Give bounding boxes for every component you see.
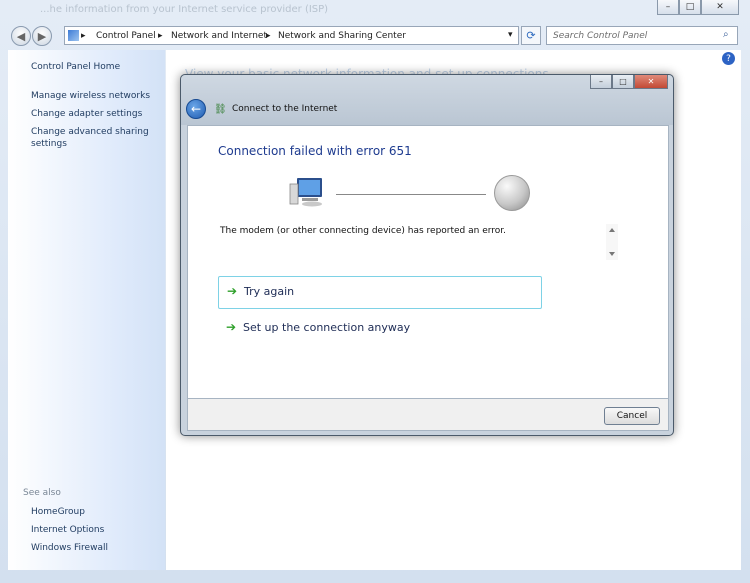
search-input[interactable]: Search Control Panel ⌕ (546, 26, 738, 45)
back-arrow-icon: ◀ (16, 29, 26, 43)
sidebar-manage-wireless-networks[interactable]: Manage wireless networks (31, 91, 150, 102)
forward-button[interactable]: ▶ (32, 26, 52, 46)
sidebar-control-panel-home[interactable]: Control Panel Home (31, 62, 120, 73)
address-dropdown-icon[interactable]: ▾ (508, 30, 513, 40)
sidebar-change-adapter-settings[interactable]: Change adapter settings (31, 109, 142, 120)
computer-icon (289, 178, 322, 207)
minimize-button[interactable]: – (657, 0, 679, 15)
try-again-label: Try again (244, 285, 295, 298)
refresh-button[interactable]: ⟳ (521, 26, 541, 45)
control-panel-icon (68, 30, 79, 41)
breadcrumb-separator: ▸ (266, 31, 271, 41)
close-button[interactable]: ✕ (701, 0, 739, 15)
see-also-windows-firewall[interactable]: Windows Firewall (31, 543, 108, 554)
error-message: The modem (or other connecting device) h… (220, 226, 507, 236)
maximize-icon: □ (619, 77, 627, 86)
forward-arrow-icon: ▶ (37, 29, 47, 43)
dialog-back-button[interactable]: ← (186, 99, 206, 119)
sidebar-change-advanced-sharing-settings[interactable]: settings (31, 139, 67, 150)
minimize-icon: – (599, 77, 603, 86)
message-scrollbar[interactable] (606, 224, 618, 260)
breadcrumb-network-and-internet[interactable]: Network and Internet (171, 31, 267, 41)
back-arrow-icon: ← (190, 102, 202, 116)
breadcrumb-control-panel[interactable]: Control Panel (96, 31, 156, 41)
sidebar-change-advanced-sharing[interactable]: Change advanced sharing (31, 127, 149, 138)
window-title: ...he information from your Internet ser… (40, 4, 329, 15)
breadcrumb-network-and-sharing-center[interactable]: Network and Sharing Center (278, 31, 406, 41)
dialog-maximize-button[interactable]: □ (612, 75, 634, 89)
green-arrow-icon: ➔ (226, 320, 237, 334)
try-again-option[interactable]: ➔ Try again (218, 276, 542, 309)
setup-anyway-option[interactable]: ➔ Set up the connection anyway (218, 318, 542, 338)
connection-line (336, 194, 486, 195)
search-placeholder: Search Control Panel (553, 31, 648, 41)
close-icon: ✕ (647, 77, 655, 86)
error-heading: Connection failed with error 651 (218, 144, 412, 158)
dialog-footer (187, 399, 669, 431)
see-also-internet-options[interactable]: Internet Options (31, 525, 104, 536)
close-icon: ✕ (716, 2, 724, 12)
address-bar[interactable]: ▸ Control Panel ▸ Network and Internet ▸… (64, 26, 519, 45)
green-arrow-icon: ➔ (227, 284, 238, 298)
network-connection-icon: ⛓ (214, 104, 227, 115)
see-also-homegroup[interactable]: HomeGroup (31, 507, 85, 518)
internet-globe-icon (494, 175, 530, 211)
maximize-icon: □ (685, 2, 695, 12)
breadcrumb-separator: ▸ (81, 31, 86, 41)
maximize-button[interactable]: □ (679, 0, 701, 15)
dialog-close-button[interactable]: ✕ (634, 75, 668, 89)
dialog-body: Connection failed with error 651 The mod… (187, 125, 669, 399)
connect-dialog: – □ ✕ ← ⛓ Connect to the Internet Connec… (180, 74, 674, 436)
setup-anyway-label: Set up the connection anyway (243, 321, 411, 334)
refresh-icon: ⟳ (526, 29, 536, 42)
breadcrumb-separator: ▸ (158, 31, 163, 41)
search-icon[interactable]: ⌕ (723, 29, 729, 40)
minimize-icon: – (665, 2, 671, 12)
back-button[interactable]: ◀ (11, 26, 31, 46)
dialog-minimize-button[interactable]: – (590, 75, 612, 89)
cancel-button[interactable]: Cancel (604, 407, 660, 425)
see-also-label: See also (23, 488, 61, 498)
help-icon[interactable]: ? (722, 52, 735, 65)
dialog-title: Connect to the Internet (232, 104, 338, 114)
